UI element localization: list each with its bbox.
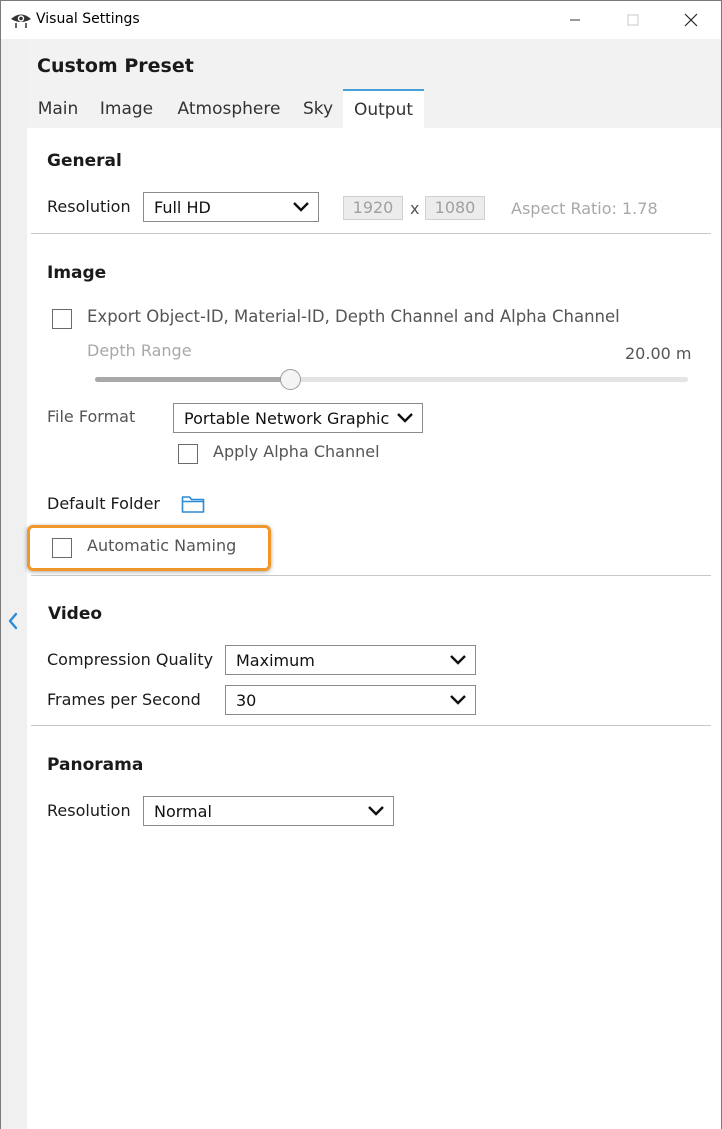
file-format-select[interactable]: Portable Network Graphic <box>173 403 423 433</box>
visual-settings-window: Visual Settings Custom Preset Main Image… <box>0 0 722 1129</box>
minimize-button[interactable] <box>546 1 604 39</box>
preset-title: Custom Preset <box>37 55 194 77</box>
divider <box>31 575 711 576</box>
default-folder-label: Default Folder <box>47 494 160 513</box>
folder-icon[interactable] <box>181 494 205 514</box>
height-field: 1080 <box>425 196 485 220</box>
general-section-title: General <box>47 151 122 171</box>
panorama-section-title: Panorama <box>47 755 144 775</box>
chevron-down-icon <box>368 806 384 816</box>
tab-image[interactable]: Image <box>89 89 164 128</box>
apply-alpha-checkbox[interactable] <box>178 444 198 464</box>
chevron-left-icon[interactable] <box>6 611 20 631</box>
export-channels-checkbox[interactable] <box>52 309 72 329</box>
close-icon <box>684 13 698 27</box>
panorama-resolution-label: Resolution <box>47 801 131 820</box>
image-section-title: Image <box>47 263 107 283</box>
file-format-value: Portable Network Graphic <box>184 409 390 428</box>
fps-select[interactable]: 30 <box>225 685 476 715</box>
compression-quality-label: Compression Quality <box>47 650 214 669</box>
close-button[interactable] <box>662 1 720 39</box>
panorama-resolution-select[interactable]: Normal <box>143 796 394 826</box>
chevron-down-icon <box>397 413 413 423</box>
file-format-label: File Format <box>47 407 136 426</box>
divider <box>31 725 711 726</box>
eye-icon <box>11 14 31 28</box>
export-channels-label: Export Object-ID, Material-ID, Depth Cha… <box>87 307 620 326</box>
compression-quality-select[interactable]: Maximum <box>225 645 476 675</box>
depth-range-label: Depth Range <box>87 341 192 360</box>
chevron-down-icon <box>293 202 309 212</box>
maximize-button[interactable] <box>604 1 662 39</box>
tab-sky[interactable]: Sky <box>294 89 342 128</box>
chevron-down-icon <box>450 695 466 705</box>
tab-atmosphere[interactable]: Atmosphere <box>164 89 294 128</box>
resolution-label: Resolution <box>47 197 131 216</box>
fps-label: Frames per Second <box>47 690 201 709</box>
panel-header: Custom Preset <box>27 39 721 89</box>
settings-panel: Custom Preset Main Image Atmosphere Sky … <box>27 39 721 1129</box>
automatic-naming-label: Automatic Naming <box>87 536 237 555</box>
divider <box>31 233 711 234</box>
automatic-naming-checkbox[interactable] <box>52 538 72 558</box>
tab-bar: Main Image Atmosphere Sky Output <box>27 89 721 128</box>
title-bar: Visual Settings <box>1 1 721 39</box>
tab-main[interactable]: Main <box>27 89 89 128</box>
apply-alpha-label: Apply Alpha Channel <box>213 442 380 461</box>
width-field: 1920 <box>343 196 403 220</box>
times-label: x <box>410 199 420 218</box>
panorama-resolution-value: Normal <box>154 802 212 821</box>
minimize-icon <box>570 19 580 21</box>
compression-quality-value: Maximum <box>236 651 315 670</box>
resolution-value: Full HD <box>154 198 211 217</box>
aspect-ratio-label: Aspect Ratio: 1.78 <box>511 199 658 218</box>
chevron-down-icon <box>450 655 466 665</box>
tab-output[interactable]: Output <box>343 89 424 128</box>
depth-range-slider[interactable] <box>95 377 688 382</box>
fps-value: 30 <box>236 691 257 710</box>
video-section-title: Video <box>48 604 103 624</box>
depth-range-value: 20.00 m <box>625 344 692 363</box>
resolution-select[interactable]: Full HD <box>143 192 319 222</box>
maximize-icon <box>627 14 639 26</box>
window-title: Visual Settings <box>36 11 140 27</box>
side-strip <box>1 39 27 1129</box>
slider-fill <box>95 377 291 382</box>
slider-thumb[interactable] <box>280 369 301 390</box>
